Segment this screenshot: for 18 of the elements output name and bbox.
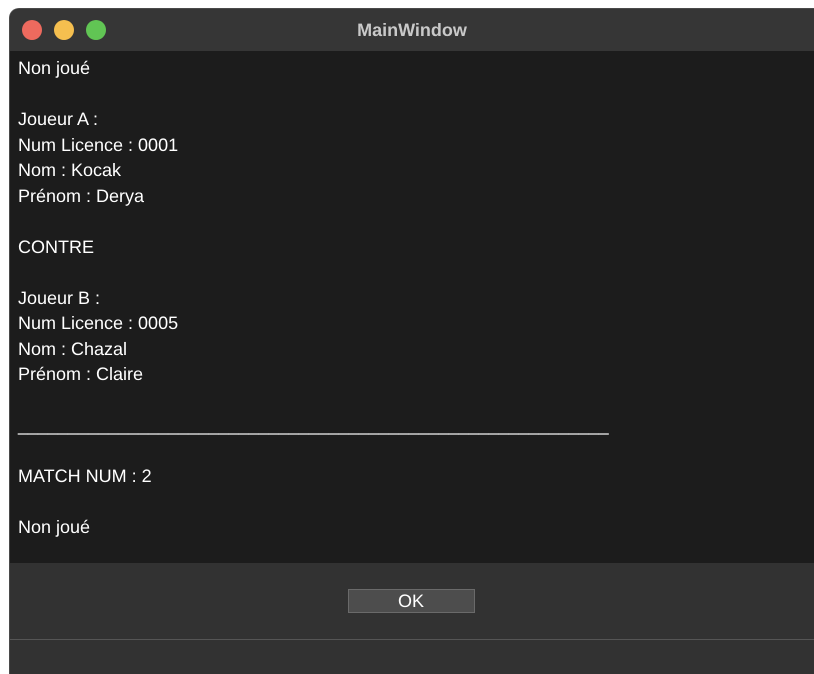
text-line: Nom : Kocak — [18, 159, 122, 182]
ok-button[interactable]: OK — [348, 589, 474, 613]
zoom-button[interactable] — [86, 20, 106, 40]
text-line: Nom : Chazal — [18, 338, 128, 360]
text-line: Prénom : Claire — [18, 363, 144, 386]
text-line: Num Licence : 0005 — [18, 312, 178, 335]
minimize-button[interactable] — [54, 20, 74, 40]
text-line: Non joué — [18, 516, 90, 539]
text-line: CONTRE — [18, 236, 94, 258]
text-line: Joueur B : — [18, 286, 100, 310]
text-line: ___________________________________________________________ — [18, 414, 609, 437]
text-line: Prénom : Derya — [18, 184, 144, 208]
text-line: Non joué — [18, 57, 90, 80]
text-line: MATCH NUM : 2 — [18, 465, 152, 488]
window-title: MainWindow — [357, 20, 467, 40]
text-line: Joueur A : — [18, 108, 98, 131]
close-button[interactable] — [22, 20, 42, 40]
text-line: Num Licence : 0001 — [18, 134, 178, 156]
